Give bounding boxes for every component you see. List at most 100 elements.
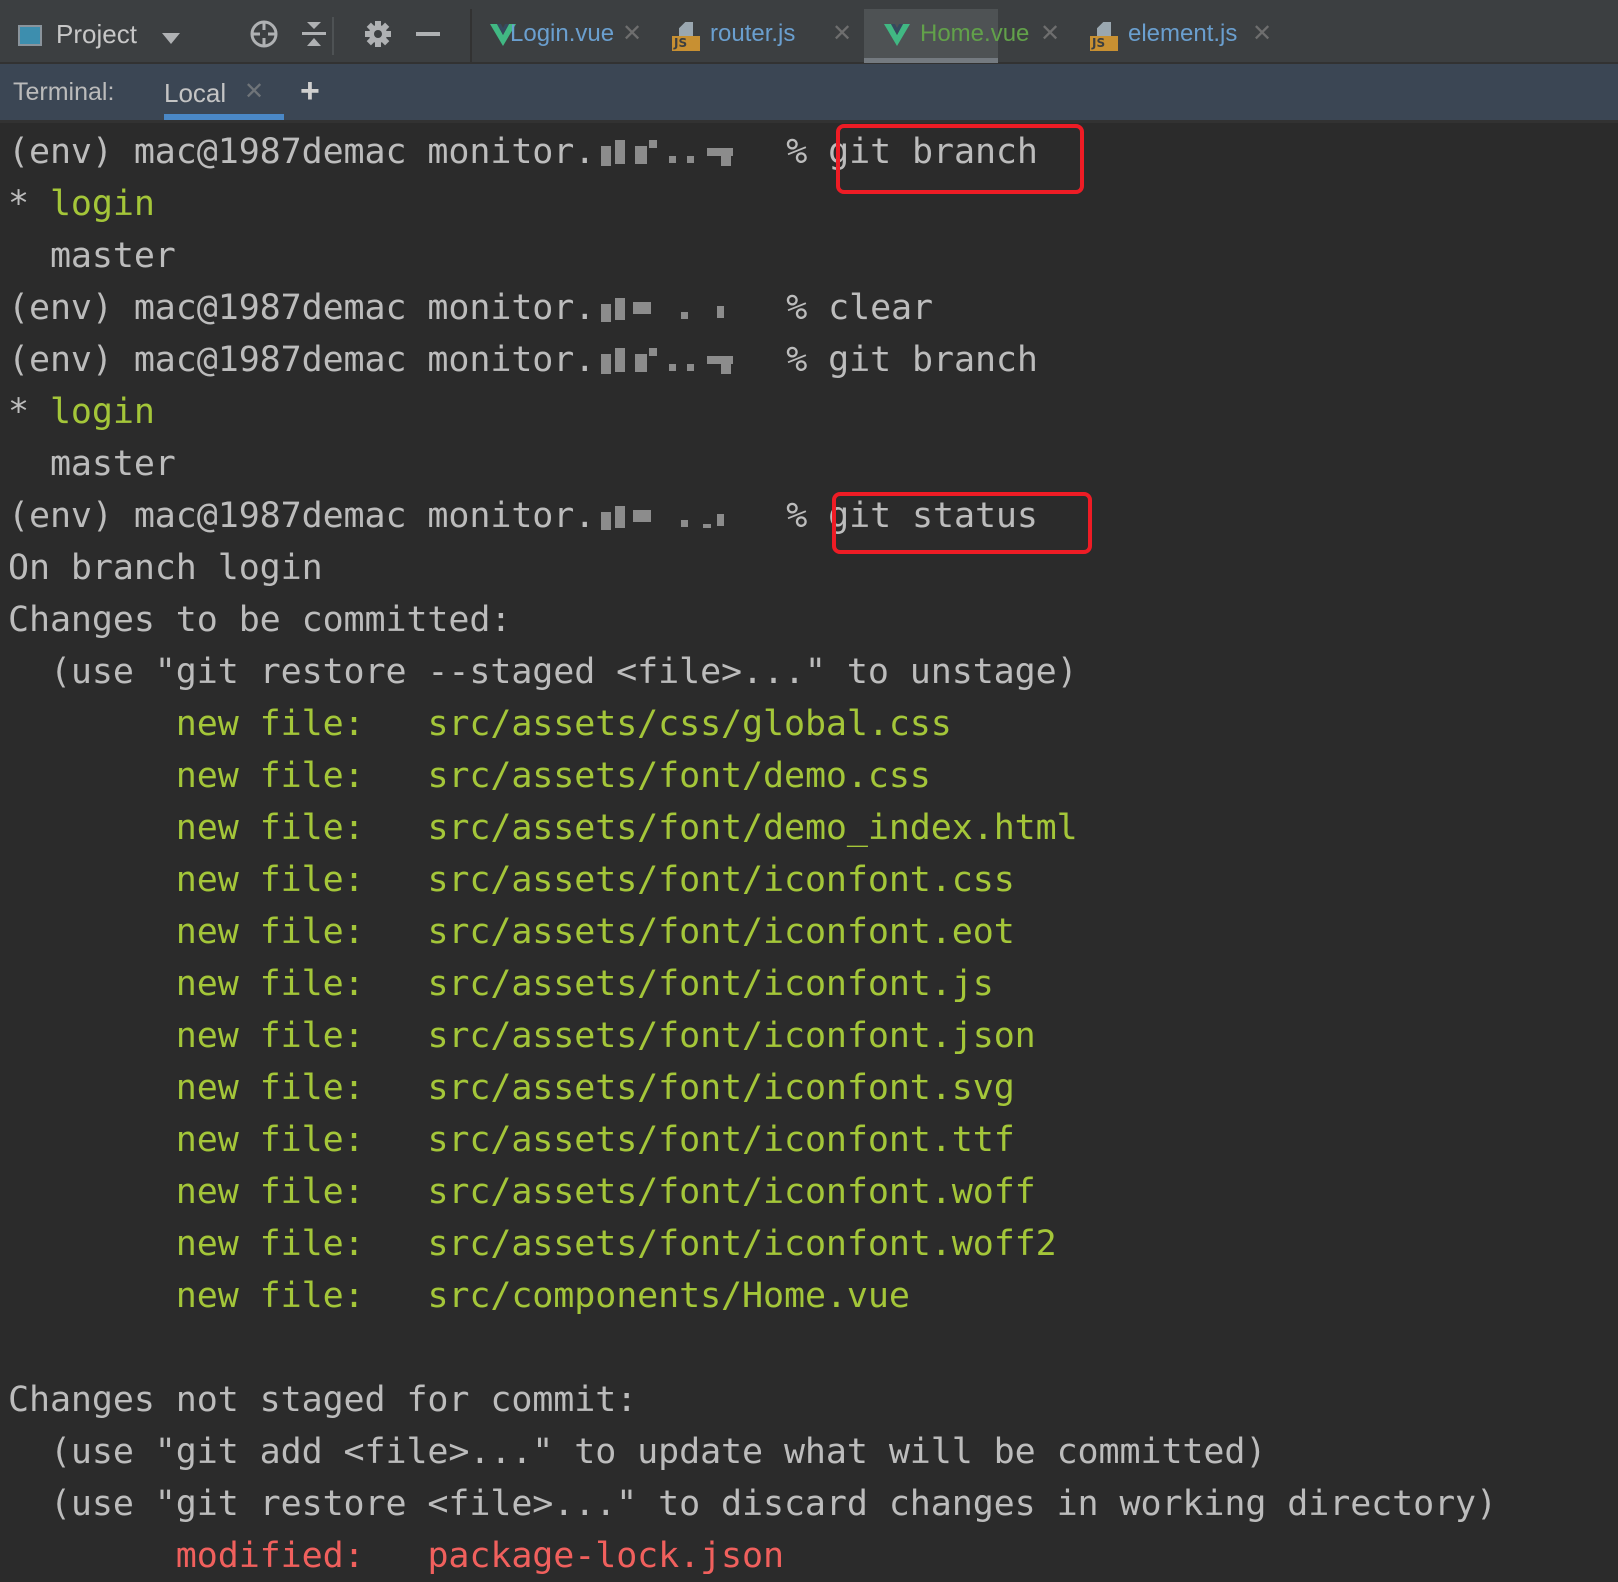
current-branch: login xyxy=(49,392,155,432)
terminal-line: (use "git restore <file>..." to discard … xyxy=(8,1484,1497,1524)
redacted-path xyxy=(595,294,765,324)
close-icon[interactable]: ✕ xyxy=(1252,19,1272,48)
close-icon[interactable]: ✕ xyxy=(1040,19,1060,48)
prompt: (env) mac@1987demac monitor. xyxy=(8,496,596,536)
gear-icon[interactable] xyxy=(362,19,394,56)
staged-file-line: new file: src/components/Home.vue xyxy=(8,1270,1618,1322)
redacted-path xyxy=(595,346,765,376)
tab-label: element.js xyxy=(1128,20,1238,47)
highlight-git-status xyxy=(832,492,1092,554)
vue-icon xyxy=(884,24,910,46)
file-path: src/assets/font/iconfont.eot xyxy=(427,912,1015,952)
file-path: src/assets/font/iconfont.woff xyxy=(427,1172,1036,1212)
command: clear xyxy=(828,288,933,328)
file-path: src/assets/font/demo.css xyxy=(427,756,931,796)
terminal-output[interactable]: (env) mac@1987demac monitor. % git branc… xyxy=(8,126,1618,1582)
terminal-line: (env) mac@1987demac monitor. % git statu… xyxy=(8,496,1038,536)
terminal-line: master xyxy=(8,444,176,484)
terminal-tab-label: Local xyxy=(164,78,227,108)
file-path: src/assets/font/iconfont.ttf xyxy=(427,1120,1015,1160)
active-tab-indicator xyxy=(164,114,284,120)
editor-tab-login-vue[interactable]: Login.vue ✕ xyxy=(472,9,660,62)
file-path: src/components/Home.vue xyxy=(427,1276,910,1316)
project-dropdown[interactable]: Project xyxy=(56,19,137,50)
staged-file-line: new file: src/assets/font/iconfont.ttf xyxy=(8,1114,1618,1166)
staged-file-line: new file: src/assets/font/iconfont.js xyxy=(8,958,1618,1010)
tool-window-header: Project Login.vue ✕ JS router.js ✕ Home.… xyxy=(0,9,1618,64)
tab-label: Login.vue xyxy=(510,20,615,47)
file-status: new file: xyxy=(175,1224,365,1264)
redacted-path xyxy=(595,502,765,532)
prompt: (env) mac@1987demac monitor. xyxy=(8,340,596,380)
minimize-icon[interactable] xyxy=(412,19,444,56)
redacted-path xyxy=(595,138,765,168)
file-path: src/assets/font/iconfont.svg xyxy=(427,1068,1015,1108)
staged-file-line: new file: src/assets/font/demo_index.htm… xyxy=(8,802,1618,854)
editor-tab-element-js[interactable]: JS element.js ✕ xyxy=(1074,9,1274,62)
staged-file-line: new file: src/assets/font/iconfont.woff xyxy=(8,1166,1618,1218)
file-path: src/assets/font/iconfont.woff2 xyxy=(427,1224,1057,1264)
tab-label: router.js xyxy=(710,20,796,47)
editor-tab-home-vue[interactable]: Home.vue ✕ xyxy=(864,9,1060,63)
terminal-line: (env) mac@1987demac monitor. % git branc… xyxy=(8,340,1038,380)
file-status: new file: xyxy=(175,1276,365,1316)
terminal-tab-bar: Terminal: Local ✕ + xyxy=(0,64,1618,123)
close-icon[interactable]: ✕ xyxy=(832,19,852,48)
tab-label: Home.vue xyxy=(920,20,1030,47)
staged-file-line: new file: src/assets/css/global.css xyxy=(8,698,1618,750)
file-status: new file: xyxy=(175,704,365,744)
command: git branch xyxy=(828,340,1038,380)
file-status: new file: xyxy=(175,1016,365,1056)
file-path: src/assets/font/demo_index.html xyxy=(427,808,1078,848)
file-status: new file: xyxy=(175,860,365,900)
file-status: new file: xyxy=(175,756,365,796)
file-status: new file: xyxy=(175,1172,365,1212)
terminal-line: Changes to be committed: xyxy=(8,600,512,640)
close-icon[interactable]: ✕ xyxy=(244,77,264,106)
file-status: modified: xyxy=(175,1536,365,1576)
highlight-git-branch xyxy=(836,124,1084,194)
project-window-icon xyxy=(18,25,42,46)
collapse-all-icon[interactable] xyxy=(298,19,330,56)
staged-file-line: new file: src/assets/font/iconfont.woff2 xyxy=(8,1218,1618,1270)
terminal-line: (use "git restore --staged <file>..." to… xyxy=(8,652,1078,692)
active-tab-indicator xyxy=(864,58,998,63)
file-path: src/assets/font/iconfont.json xyxy=(427,1016,1036,1056)
terminal-title: Terminal: xyxy=(13,78,115,106)
staged-file-line: new file: src/assets/font/iconfont.json xyxy=(8,1010,1618,1062)
close-icon[interactable]: ✕ xyxy=(622,19,642,48)
toolbar-separator xyxy=(332,17,334,55)
file-path: src/assets/font/iconfont.js xyxy=(427,964,994,1004)
staged-file-line: new file: src/assets/font/iconfont.css xyxy=(8,854,1618,906)
editor-tab-router-js[interactable]: JS router.js ✕ xyxy=(660,9,852,62)
current-branch: login xyxy=(49,184,155,224)
modified-file-line: modified: package-lock.json xyxy=(8,1530,1618,1582)
chevron-down-icon[interactable] xyxy=(162,33,180,44)
locate-icon[interactable] xyxy=(248,19,280,56)
file-status: new file: xyxy=(175,964,365,1004)
terminal-line: * login xyxy=(8,392,155,432)
terminal-line: (env) mac@1987demac monitor. % git branc… xyxy=(8,132,1038,172)
terminal-line: On branch login xyxy=(8,548,323,588)
prompt: (env) mac@1987demac monitor. xyxy=(8,132,596,172)
file-path: src/assets/css/global.css xyxy=(427,704,952,744)
file-status: new file: xyxy=(175,808,365,848)
file-path: package-lock.json xyxy=(427,1536,784,1576)
terminal-line: (use "git add <file>..." to update what … xyxy=(8,1432,1267,1472)
file-status: new file: xyxy=(175,1120,365,1160)
terminal-line: master xyxy=(8,236,176,276)
staged-file-line: new file: src/assets/font/iconfont.svg xyxy=(8,1062,1618,1114)
terminal-line: (env) mac@1987demac monitor. % clear xyxy=(8,288,933,328)
js-file-icon: JS xyxy=(1090,22,1118,52)
prompt: (env) mac@1987demac monitor. xyxy=(8,288,596,328)
staged-file-line: new file: src/assets/font/demo.css xyxy=(8,750,1618,802)
staged-file-line: new file: src/assets/font/iconfont.eot xyxy=(8,906,1618,958)
terminal-line: * login xyxy=(8,184,155,224)
project-panel-header: Project xyxy=(0,9,472,62)
terminal-line: Changes not staged for commit: xyxy=(8,1380,638,1420)
file-path: src/assets/font/iconfont.css xyxy=(427,860,1015,900)
terminal-tab-local[interactable]: Local ✕ xyxy=(164,64,284,120)
new-terminal-button[interactable]: + xyxy=(300,72,320,111)
file-status: new file: xyxy=(175,912,365,952)
